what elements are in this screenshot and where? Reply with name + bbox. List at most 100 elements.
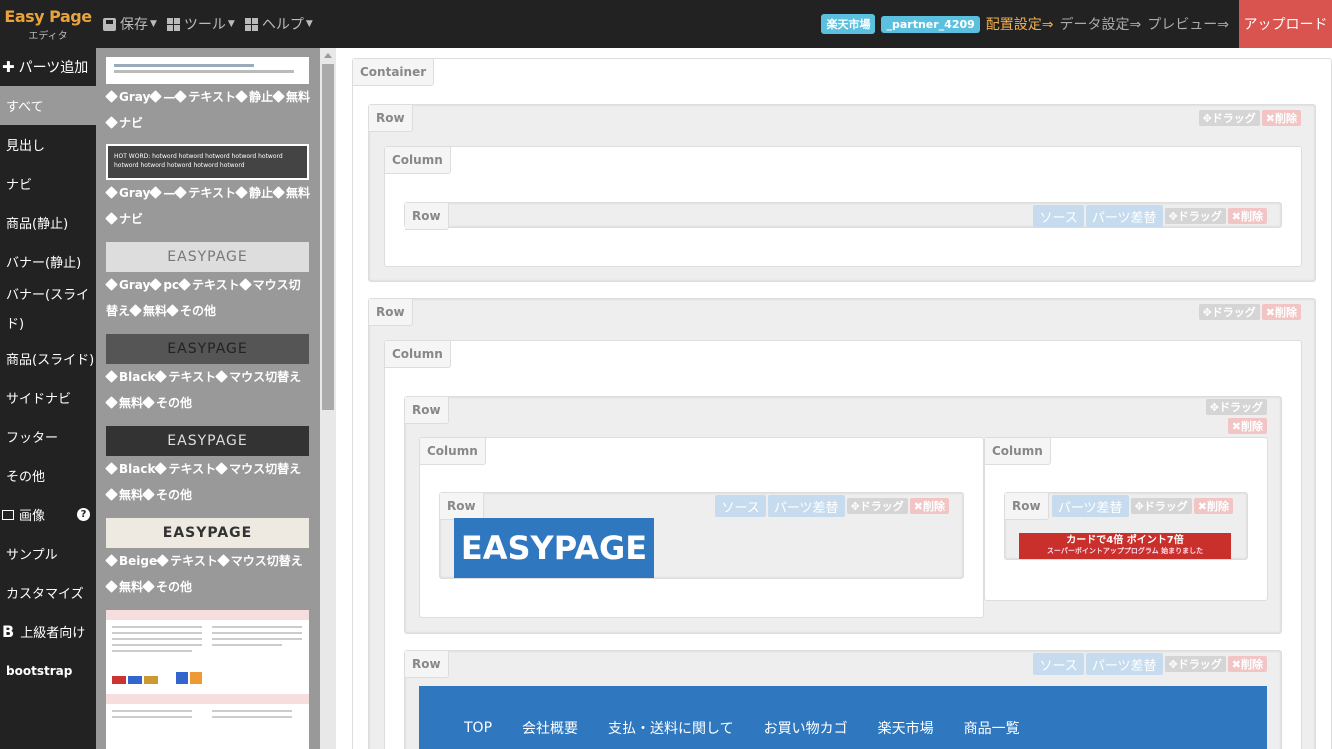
row-block[interactable]: Row ソース パーツ差替 ✥ドラッグ ✖削除 TOP 会社概要 支払・送料に関… <box>404 650 1282 749</box>
column-block[interactable]: Column Row ✥ドラッグ ✖削除 Column Row ソース パーツ差… <box>384 340 1302 749</box>
partner-badge: _partner_4209 <box>881 15 980 33</box>
sidebar-item-side-nav[interactable]: サイドナビ <box>0 378 96 417</box>
column-label: Column <box>985 438 1051 465</box>
part-thumbnail: EASYPAGE <box>106 242 309 272</box>
delete-button[interactable]: ✖削除 <box>1227 208 1267 224</box>
point-banner-image: カードで4倍 ポイント7倍 スーパーポイントアッププログラム 始まりました <box>1019 533 1231 559</box>
easypage-logo-image: EASYPAGE <box>454 518 654 578</box>
upload-button[interactable]: アップロード <box>1239 0 1332 48</box>
drag-button[interactable]: ✥ドラッグ <box>1164 656 1226 672</box>
row-label: Row <box>405 203 449 230</box>
image-label: 画像 <box>19 509 46 524</box>
app-title: Easy Page <box>4 6 92 26</box>
app-logo: Easy Page エディタ <box>0 0 96 48</box>
parts-scrollbar[interactable] <box>320 48 336 749</box>
banner-text: カードで4倍 ポイント7倍 <box>1066 535 1184 546</box>
chevron-down-icon: ▼ <box>227 19 235 29</box>
tools-menu[interactable]: ツール ▼ <box>166 14 235 34</box>
grid-icon <box>166 17 180 31</box>
swap-parts-button[interactable]: パーツ差替 <box>1051 495 1129 517</box>
sidebar-item-all[interactable]: すべて <box>0 86 96 125</box>
drag-button[interactable]: ✥ドラッグ <box>1198 110 1260 126</box>
row-controls: ソース パーツ差替 ✥ドラッグ ✖削除 <box>715 495 949 517</box>
part-card[interactable]: Gray — テキスト 静止 無料ナビ <box>96 57 320 136</box>
sidebar-item-sample[interactable]: サンプル <box>0 534 96 573</box>
swap-parts-button[interactable]: パーツ差替 <box>1085 205 1163 227</box>
sidebar-item-banner-static[interactable]: バナー(静止) <box>0 242 96 281</box>
part-card[interactable]: EASYPAGE Gray pc テキスト マウス切替え 無料 その他 <box>96 242 320 324</box>
drag-button[interactable]: ✥ドラッグ <box>1164 208 1226 224</box>
delete-button[interactable]: ✖削除 <box>1227 418 1267 434</box>
sidebar-item-heading[interactable]: 見出し <box>0 125 96 164</box>
part-tags: Gray pc テキスト マウス切替え 無料 その他 <box>105 278 301 318</box>
swap-parts-button[interactable]: パーツ差替 <box>1085 653 1163 675</box>
part-card[interactable]: HOT WORD: hotword hotword hotword hotwor… <box>96 144 320 232</box>
nav-bar: TOP 会社概要 支払・送料に関して お買い物カゴ 楽天市場 商品一覧 <box>419 686 1267 749</box>
step-layout[interactable]: 配置設定⇒ <box>986 14 1054 34</box>
part-card[interactable] <box>96 610 320 749</box>
drag-button[interactable]: ✥ドラッグ <box>1205 399 1267 415</box>
delete-button[interactable]: ✖削除 <box>909 498 949 514</box>
help-menu[interactable]: ヘルプ ▼ <box>244 14 313 34</box>
step-preview[interactable]: プレビュー⇒ <box>1147 14 1229 34</box>
app-subtitle: エディタ <box>28 30 68 42</box>
add-parts-label: パーツ追加 <box>18 60 89 76</box>
sidebar-item-other[interactable]: その他 <box>0 456 96 495</box>
row-block[interactable]: Row ✥ドラッグ ✖削除 Column Row ✥ドラッグ ✖削除 Colum… <box>368 298 1316 749</box>
part-tags: Beige テキスト マウス切替え 無料 その他 <box>105 548 310 600</box>
part-card[interactable]: EASYPAGE Beige テキスト マウス切替え 無料 その他 <box>96 518 320 600</box>
layout-canvas: Container Row ✥ドラッグ ✖削除 Column Row ソース パ… <box>336 48 1332 749</box>
row-controls: パーツ差替 ✥ドラッグ ✖削除 <box>1051 495 1233 517</box>
sidebar-item-product-static[interactable]: 商品(静止) <box>0 203 96 242</box>
part-card[interactable]: EASYPAGE Black テキスト マウス切替え 無料 その他 <box>96 426 320 508</box>
source-button[interactable]: ソース <box>1033 205 1084 227</box>
column-block[interactable]: Column Row ソース パーツ差替 ✥ドラッグ ✖削除 <box>384 146 1302 267</box>
row-block[interactable]: Row パーツ差替 ✥ドラッグ ✖削除 カードで4倍 ポイント7倍 スーパーポイ… <box>1004 492 1248 560</box>
row-block[interactable]: Row ✥ドラッグ ✖削除 Column Row ソース パーツ差替 ✥ドラッグ <box>404 396 1282 634</box>
column-block[interactable]: Column Row パーツ差替 ✥ドラッグ ✖削除 カードで4倍 ポイント7倍… <box>984 437 1268 601</box>
nav-item-rakuten[interactable]: 楽天市場 <box>878 718 934 738</box>
delete-button[interactable]: ✖削除 <box>1261 110 1301 126</box>
sidebar-item-banner-slide[interactable]: バナー(スライド) <box>0 281 96 339</box>
drag-button[interactable]: ✥ドラッグ <box>1198 304 1260 320</box>
drag-button[interactable]: ✥ドラッグ <box>846 498 908 514</box>
column-block[interactable]: Column Row ソース パーツ差替 ✥ドラッグ ✖削除 EASYPAGE <box>419 437 984 618</box>
drag-button[interactable]: ✥ドラッグ <box>1130 498 1192 514</box>
nav-item-cart[interactable]: お買い物カゴ <box>764 718 848 738</box>
part-tags: Gray — テキスト 静止 無料ナビ <box>105 84 310 136</box>
row-label: Row <box>405 651 449 678</box>
nav-item-payment[interactable]: 支払・送料に関して <box>608 718 734 738</box>
sidebar-item-nav[interactable]: ナビ <box>0 164 96 203</box>
part-thumbnail <box>106 610 309 749</box>
column-label: Column <box>385 147 451 174</box>
bold-b-icon: B <box>2 622 15 641</box>
row-block[interactable]: Row ソース パーツ差替 ✥ドラッグ ✖削除 <box>404 202 1282 230</box>
save-menu[interactable]: 保存 ▼ <box>103 14 157 34</box>
tools-label: ツール <box>183 17 226 33</box>
grid-icon <box>244 17 258 31</box>
nav-item-products[interactable]: 商品一覧 <box>964 718 1020 738</box>
sidebar-item-bootstrap[interactable]: bootstrap <box>0 651 96 690</box>
sidebar-item-product-slide[interactable]: 商品(スライド) <box>0 339 96 378</box>
sidebar-item-footer[interactable]: フッター <box>0 417 96 456</box>
source-button[interactable]: ソース <box>715 495 766 517</box>
part-thumbnail: EASYPAGE <box>106 334 309 364</box>
scroll-up-icon[interactable] <box>324 53 332 58</box>
delete-button[interactable]: ✖削除 <box>1227 656 1267 672</box>
source-button[interactable]: ソース <box>1033 653 1084 675</box>
row-block[interactable]: Row ✥ドラッグ ✖削除 Column Row ソース パーツ差替 ✥ドラッグ… <box>368 104 1316 282</box>
row-block[interactable]: Row ソース パーツ差替 ✥ドラッグ ✖削除 EASYPAGE <box>439 492 964 579</box>
top-bar: Easy Page エディタ 保存 ▼ ツール ▼ ヘルプ ▼ 楽天市場 _pa… <box>0 0 1332 48</box>
delete-button[interactable]: ✖削除 <box>1261 304 1301 320</box>
help-icon[interactable]: ? <box>77 508 90 521</box>
sidebar-item-customize[interactable]: カスタマイズ <box>0 573 96 612</box>
help-label: ヘルプ <box>261 17 304 33</box>
step-data[interactable]: データ設定⇒ <box>1060 14 1142 34</box>
row-label: Row <box>369 105 413 132</box>
scroll-thumb[interactable] <box>322 64 334 410</box>
part-card[interactable]: EASYPAGE Black テキスト マウス切替え 無料 その他 <box>96 334 320 416</box>
delete-button[interactable]: ✖削除 <box>1193 498 1233 514</box>
nav-item-top[interactable]: TOP <box>464 720 492 736</box>
nav-item-company[interactable]: 会社概要 <box>522 718 578 738</box>
swap-parts-button[interactable]: パーツ差替 <box>767 495 845 517</box>
